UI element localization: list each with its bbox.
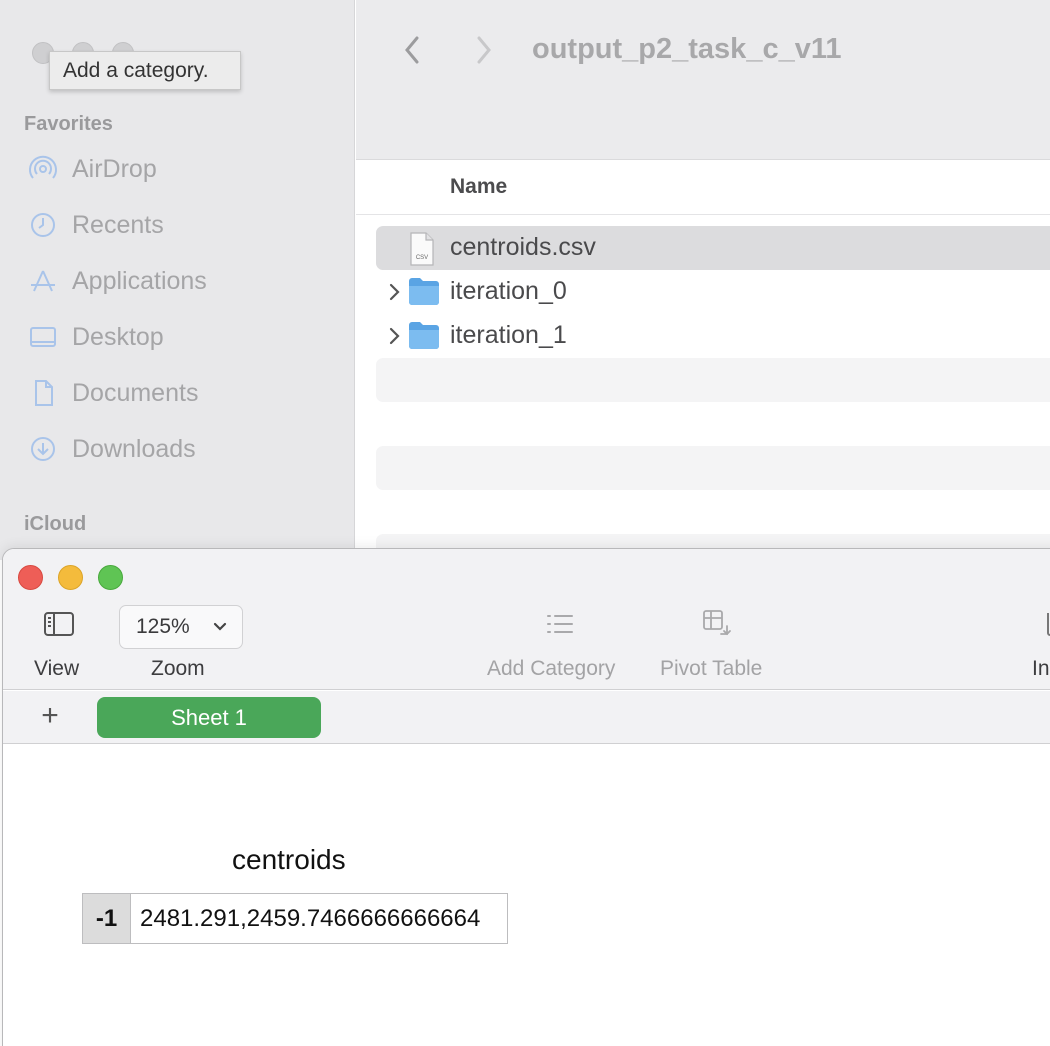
file-name: iteration_1 <box>450 321 567 349</box>
column-header-label: Name <box>450 175 508 198</box>
sidebar-item-label: AirDrop <box>72 154 157 183</box>
sidebar-item-downloads[interactable]: Downloads <box>26 429 196 469</box>
file-row-iteration-1[interactable]: iteration_1 <box>376 314 1050 358</box>
csv-file-icon: CSV <box>408 232 436 271</box>
sidebar-item-desktop[interactable]: Desktop <box>26 317 164 357</box>
download-icon <box>26 432 60 466</box>
chevron-down-icon <box>212 619 228 640</box>
clock-icon <box>26 208 60 242</box>
list-icon <box>545 612 575 641</box>
zoom-window-button[interactable] <box>98 565 123 590</box>
close-button[interactable] <box>18 565 43 590</box>
data-table: -1 2481.291,2459.7466666666664 <box>82 893 508 944</box>
chevron-left-icon <box>402 35 422 70</box>
zoom-value: 125% <box>136 615 190 638</box>
chevron-right-icon <box>474 35 494 70</box>
file-name: iteration_0 <box>450 277 567 305</box>
sidebar-item-label: Applications <box>72 266 207 295</box>
applications-icon <box>26 264 60 298</box>
sidebar-item-airdrop[interactable]: AirDrop <box>26 149 157 189</box>
column-header-name[interactable]: Name <box>356 161 1050 215</box>
folder-icon <box>408 320 440 355</box>
sidebar-item-label: Desktop <box>72 322 164 351</box>
folder-icon <box>408 276 440 311</box>
disclosure-chevron-icon[interactable] <box>384 282 404 302</box>
back-button[interactable] <box>392 32 432 72</box>
row-header-cell[interactable]: -1 <box>83 894 131 943</box>
file-row-iteration-0[interactable]: iteration_0 <box>376 270 1050 314</box>
numbers-toolbar: View 125% Zoom Add Category Pivot Table … <box>3 549 1050 690</box>
finder-sidebar: Add a category. Favorites AirDrop Recent… <box>0 0 355 560</box>
icloud-heading: iCloud <box>24 513 87 535</box>
empty-row <box>376 358 1050 402</box>
finder-main: output_p2_task_c_v11 Name CSV centroids.… <box>356 0 1050 560</box>
csv-icon-text: CSV <box>416 255 428 261</box>
airdrop-icon <box>26 152 60 186</box>
tooltip: Add a category. <box>49 51 241 90</box>
sidebar-item-applications[interactable]: Applications <box>26 261 207 301</box>
sidebar-view-icon <box>43 611 75 642</box>
finder-window: Add a category. Favorites AirDrop Recent… <box>0 0 1050 560</box>
add-category-label: Add Category <box>487 657 616 680</box>
minimize-button[interactable] <box>58 565 83 590</box>
pivot-table-label: Pivot Table <box>660 657 763 680</box>
tab-sheet-1[interactable]: Sheet 1 <box>97 697 321 738</box>
zoom-select[interactable]: 125% <box>119 605 243 649</box>
sidebar-item-label: Downloads <box>72 434 196 463</box>
view-label: View <box>34 657 80 680</box>
zoom-label: Zoom <box>151 657 205 680</box>
insert-button[interactable] <box>1041 611 1050 641</box>
sidebar-item-label: Documents <box>72 378 199 407</box>
document-icon <box>26 376 60 410</box>
sheet-canvas: centroids -1 2481.291,2459.7466666666664 <box>3 745 1050 1046</box>
view-button[interactable] <box>41 611 77 641</box>
window-title: output_p2_task_c_v11 <box>532 33 842 65</box>
disclosure-chevron-icon[interactable] <box>384 326 404 346</box>
file-row-centroids[interactable]: CSV centroids.csv <box>376 226 1050 270</box>
finder-toolbar: output_p2_task_c_v11 <box>356 0 1050 160</box>
table-title[interactable]: centroids <box>232 844 346 876</box>
insert-label: In <box>1032 657 1050 680</box>
sidebar-item-recents[interactable]: Recents <box>26 205 164 245</box>
favorites-heading: Favorites <box>24 113 113 135</box>
desktop-icon <box>26 320 60 354</box>
empty-row <box>376 446 1050 490</box>
forward-button[interactable] <box>464 32 504 72</box>
sidebar-item-label: Recents <box>72 210 164 239</box>
file-name: centroids.csv <box>450 233 596 261</box>
add-category-button[interactable] <box>543 612 577 640</box>
sheet-tab-bar: + Sheet 1 <box>3 691 1050 744</box>
sidebar-item-documents[interactable]: Documents <box>26 373 198 413</box>
insert-icon <box>1045 611 1050 642</box>
pivot-table-button[interactable] <box>700 609 734 643</box>
numbers-window: View 125% Zoom Add Category Pivot Table … <box>2 548 1050 1046</box>
pivot-table-icon <box>701 608 733 645</box>
add-sheet-button[interactable]: + <box>37 699 63 732</box>
table-cell[interactable]: 2481.291,2459.7466666666664 <box>131 894 507 943</box>
